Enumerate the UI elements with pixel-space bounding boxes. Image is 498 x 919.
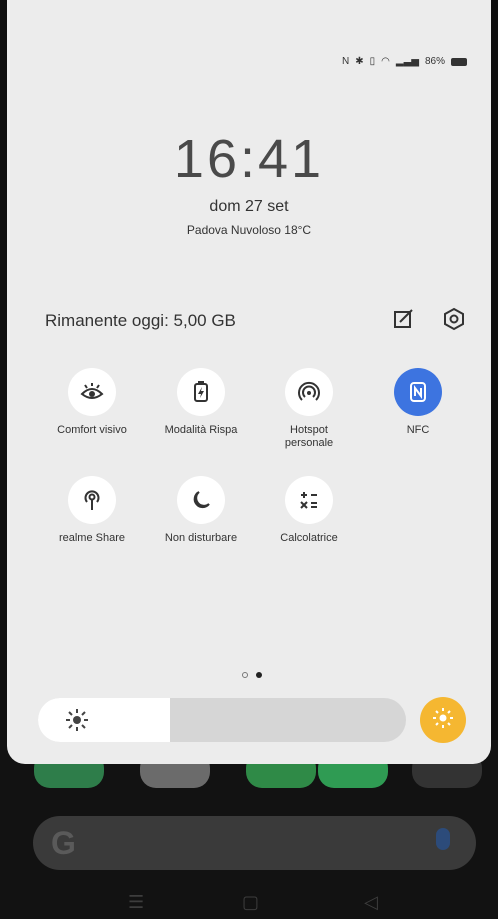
tile-label: Comfort visivo (57, 424, 127, 436)
battery-saver-icon (177, 368, 225, 416)
brightness-slider[interactable] (38, 698, 406, 742)
google-search-bar[interactable]: G (33, 816, 476, 870)
quick-settings-panel: N ✱ ▯ ◠ ▂▃▅ 86% 16:41 dom 27 set Padova … (7, 0, 491, 764)
tile-realme-share[interactable]: realme Share (42, 476, 142, 545)
tile-calcolatrice[interactable]: Calcolatrice (259, 476, 359, 545)
moon-icon (177, 476, 225, 524)
status-bar: N ✱ ▯ ◠ ▂▃▅ 86% (342, 56, 467, 67)
edit-tiles-icon[interactable] (389, 304, 419, 334)
tile-label: Calcolatrice (280, 532, 338, 544)
vibrate-icon: ▯ (369, 56, 376, 67)
tile-label: realme Share (58, 532, 126, 544)
auto-brightness-sun-icon (432, 707, 454, 734)
weather: Padova Nuvoloso 18°C (186, 223, 312, 237)
tile-hotspot[interactable]: Hotspot personale (259, 368, 359, 450)
microphone-icon[interactable] (436, 828, 450, 850)
recents-menu-icon[interactable]: ☰ (128, 892, 144, 913)
page-dot-active[interactable] (256, 672, 262, 678)
battery-icon (451, 57, 467, 66)
tile-label: Hotspot personale (284, 424, 334, 449)
tile-non-disturbare[interactable]: Non disturbare (151, 476, 251, 545)
bluetooth-icon: ✱ (355, 56, 364, 67)
clock: 16:41 (173, 129, 325, 189)
calculator-icon (285, 476, 333, 524)
tile-label: NFC (406, 424, 430, 436)
back-icon[interactable]: ◁ (364, 892, 378, 913)
auto-brightness-button[interactable] (420, 697, 466, 743)
home-icon[interactable]: ▢ (242, 892, 259, 913)
brightness-level (38, 698, 171, 742)
brightness-sun-icon (64, 707, 90, 738)
navigation-bar: ☰ ▢ ◁ (0, 884, 498, 919)
realme-share-icon (68, 476, 116, 524)
tile-comfort-visivo[interactable]: Comfort visivo (42, 368, 142, 437)
google-logo-icon: G (51, 825, 76, 861)
data-remaining[interactable]: Rimanente oggi: 5,00 GB (45, 311, 236, 331)
tile-modalita-risparmio[interactable]: Modalità Rispa (151, 368, 251, 437)
signal-icon: ▂▃▅ (395, 56, 419, 67)
settings-icon[interactable] (439, 304, 469, 334)
page-dot[interactable] (242, 672, 248, 678)
eye-comfort-icon (68, 368, 116, 416)
tile-label: Non disturbare (164, 532, 238, 544)
tile-label: Modalità Rispa (164, 424, 238, 436)
battery-percent: 86% (424, 56, 445, 67)
page-indicator (242, 672, 262, 678)
hotspot-icon (285, 368, 333, 416)
nfc-icon (394, 368, 442, 416)
tile-nfc[interactable]: NFC (368, 368, 468, 437)
nfc-status-icon: N (342, 56, 350, 67)
date: dom 27 set (209, 198, 289, 215)
wifi-icon: ◠ (381, 56, 390, 67)
